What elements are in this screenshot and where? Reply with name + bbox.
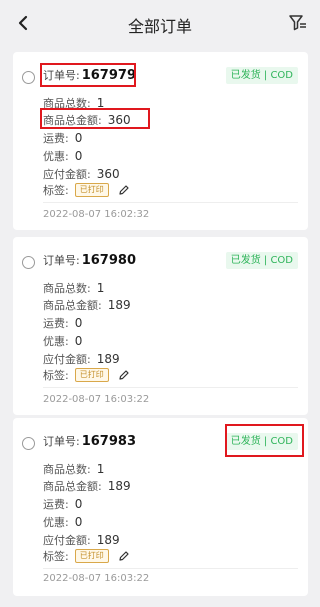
discount-value: 0	[74, 334, 83, 348]
discount-label: 优惠:	[43, 335, 69, 348]
item-count-label: 商品总数:	[43, 282, 91, 295]
tags-row: 标签: 已打印	[43, 367, 130, 383]
discount-label: 优惠:	[43, 516, 69, 529]
shipping-label: 运费:	[43, 132, 69, 145]
item-amount-label: 商品总金额:	[43, 480, 102, 493]
order-number-label: 订单号:	[43, 254, 80, 267]
highlight-box-order-number	[40, 63, 136, 87]
highlight-box-item-amount	[40, 108, 150, 129]
tags-row: 标签: 已打印	[43, 182, 130, 198]
tags-label: 标签:	[43, 550, 69, 563]
order-time: 2022-08-07 16:02:32	[43, 209, 150, 220]
tags-row: 标签: 已打印	[43, 548, 130, 564]
shipping-row: 运费: 0	[43, 315, 82, 331]
item-amount-row: 商品总金额: 189	[43, 478, 131, 494]
payable-row: 应付金额: 189	[43, 351, 120, 367]
divider	[43, 387, 298, 388]
discount-value: 0	[74, 515, 83, 529]
payable-value: 189	[96, 533, 120, 547]
printed-tag: 已打印	[74, 183, 109, 197]
tags-label: 标签:	[43, 184, 69, 197]
status-badge: 已发货 | COD	[225, 67, 298, 84]
discount-label: 优惠:	[43, 150, 69, 163]
item-amount-value: 189	[107, 479, 131, 493]
item-count-row: 商品总数: 1	[43, 280, 104, 296]
payable-value: 360	[96, 167, 120, 181]
select-radio[interactable]	[22, 71, 35, 84]
order-number: 订单号: 167980	[43, 252, 136, 268]
tags-label: 标签:	[43, 369, 69, 382]
shipping-row: 运费: 0	[43, 130, 82, 146]
highlight-box-status	[225, 424, 304, 457]
shipping-value: 0	[74, 497, 83, 511]
item-count-value: 1	[96, 462, 105, 476]
discount-row: 优惠: 0	[43, 514, 82, 530]
divider	[43, 568, 298, 569]
order-time: 2022-08-07 16:03:22	[43, 394, 150, 405]
select-radio[interactable]	[22, 437, 35, 450]
item-amount-value: 189	[107, 298, 131, 312]
payable-label: 应付金额:	[43, 168, 91, 181]
item-amount-label: 商品总金额:	[43, 299, 102, 312]
order-time: 2022-08-07 16:03:22	[43, 573, 150, 584]
status-badge: 已发货 | COD	[225, 252, 298, 269]
select-radio[interactable]	[22, 256, 35, 269]
edit-pencil-icon[interactable]	[118, 550, 130, 562]
filter-icon	[289, 15, 306, 31]
shipping-label: 运费:	[43, 498, 69, 511]
shipping-value: 0	[74, 131, 83, 145]
item-count-label: 商品总数:	[43, 463, 91, 476]
order-number-value: 167980	[81, 253, 136, 268]
shipping-label: 运费:	[43, 317, 69, 330]
item-count-row: 商品总数: 1	[43, 461, 104, 477]
page-title: 全部订单	[127, 17, 192, 36]
payable-label: 应付金额:	[43, 534, 91, 547]
order-number: 订单号: 167983	[43, 433, 136, 449]
payable-value: 189	[96, 352, 120, 366]
discount-row: 优惠: 0	[43, 333, 82, 349]
edit-pencil-icon[interactable]	[118, 184, 130, 196]
printed-tag: 已打印	[74, 368, 109, 382]
order-card[interactable]: 订单号: 167980 已发货 | COD 商品总数: 1 商品总金额: 189 运费…	[13, 237, 308, 415]
item-count-value: 1	[96, 281, 105, 295]
payable-label: 应付金额:	[43, 353, 91, 366]
payable-row: 应付金额: 360	[43, 166, 120, 182]
shipping-value: 0	[74, 316, 83, 330]
printed-tag: 已打印	[74, 549, 109, 563]
edit-pencil-icon[interactable]	[118, 369, 130, 381]
shipping-row: 运费: 0	[43, 496, 82, 512]
payable-row: 应付金额: 189	[43, 532, 120, 548]
divider	[43, 202, 298, 203]
order-number-label: 订单号:	[43, 435, 80, 448]
discount-row: 优惠: 0	[43, 148, 82, 164]
discount-value: 0	[74, 149, 83, 163]
filter-button[interactable]	[288, 13, 308, 33]
order-number-value: 167983	[81, 434, 136, 449]
top-bar: 全部订单	[0, 0, 320, 46]
item-amount-row: 商品总金额: 189	[43, 297, 131, 313]
